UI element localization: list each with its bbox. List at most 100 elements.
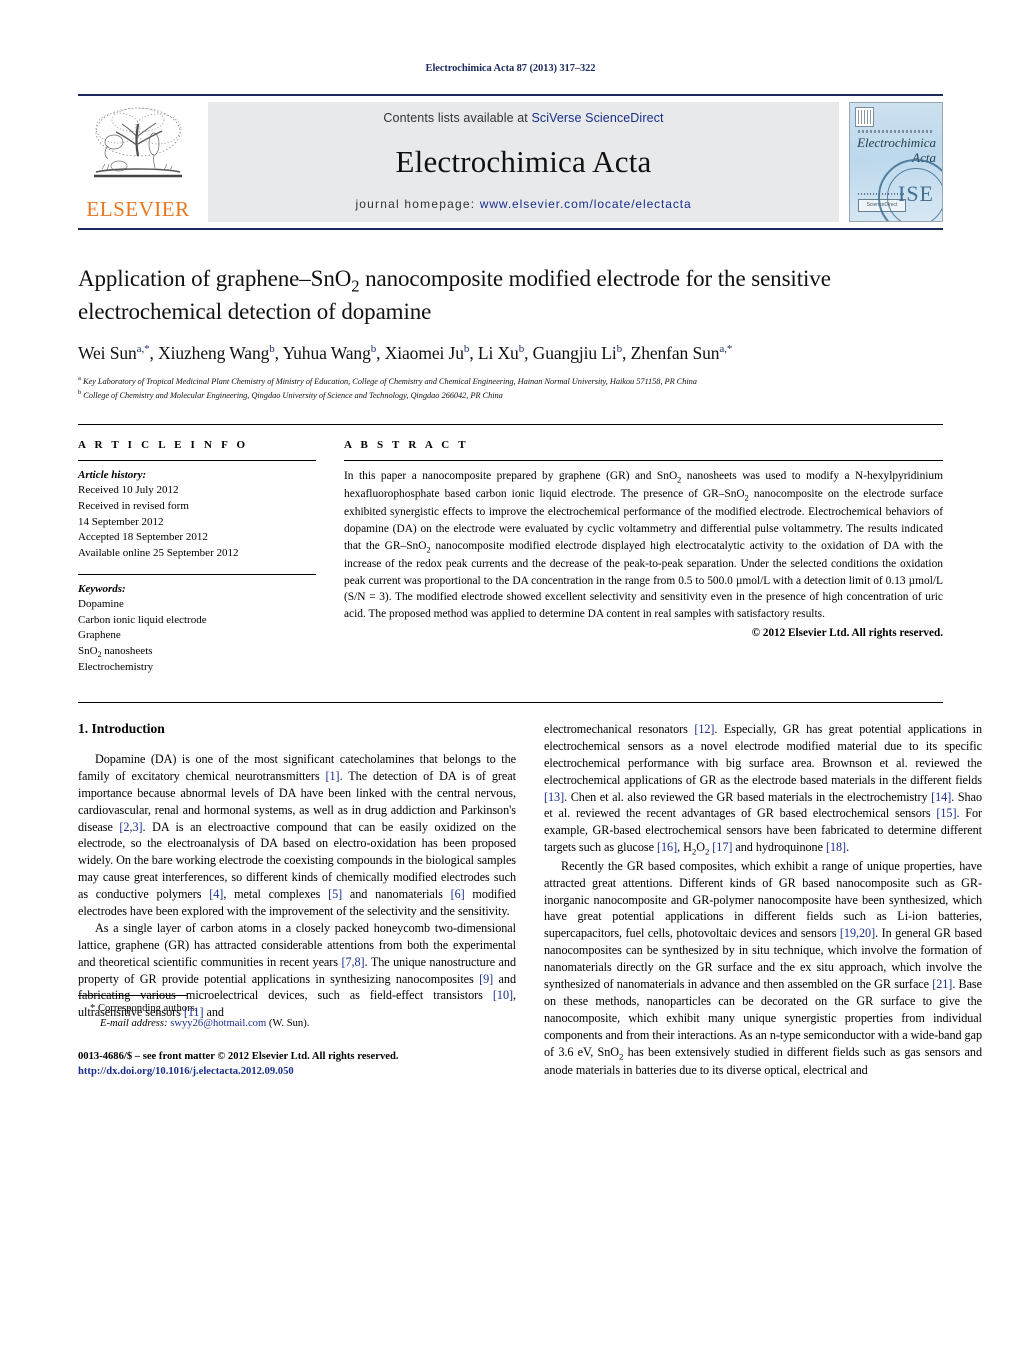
cover-elsevier-mark-icon xyxy=(855,107,874,127)
citation-ref[interactable]: [5] xyxy=(328,887,342,901)
citation-ref[interactable]: [21] xyxy=(932,977,952,991)
keyword-item: Carbon ionic liquid electrode xyxy=(78,613,207,626)
author-name: Xiaomei Ju xyxy=(384,343,464,364)
ise-seal-letters: ISE xyxy=(898,181,934,206)
author-item: Li Xub xyxy=(478,343,524,363)
author-item: Zhenfan Suna,* xyxy=(631,343,733,363)
journal-homepage-line: journal homepage: www.elsevier.com/locat… xyxy=(355,197,691,211)
affiliation-marker: b xyxy=(78,389,82,397)
issn-copyright-block: 0013-4686/$ – see front matter © 2012 El… xyxy=(78,1049,516,1079)
journal-homepage-link[interactable]: www.elsevier.com/locate/electacta xyxy=(480,197,692,211)
keyword-item: Electrochemistry xyxy=(78,661,154,674)
body-region: 1. Introduction Dopamine (DA) is one of … xyxy=(78,701,982,1079)
citation-ref[interactable]: [15] xyxy=(936,806,956,820)
homepage-prefix: journal homepage: xyxy=(355,197,480,211)
cover-title-line1: Electrochimica xyxy=(857,135,936,150)
affiliation-item: b College of Chemistry and Molecular Eng… xyxy=(78,388,943,402)
citation-ref[interactable]: [12] xyxy=(694,722,714,736)
divider xyxy=(344,459,943,461)
issn-line: 0013-4686/$ – see front matter © 2012 El… xyxy=(78,1051,399,1063)
divider xyxy=(78,459,316,461)
citation-ref[interactable]: [6] xyxy=(451,887,465,901)
article-history-block: Article history: Received 10 July 2012 R… xyxy=(78,468,316,562)
info-abstract-region: A R T I C L E I N F O Article history: R… xyxy=(78,423,943,676)
keywords-label: Keywords: xyxy=(78,582,126,595)
corresponding-author-note: * Corresponding authors. E-mail address:… xyxy=(78,1001,516,1031)
citation-ref[interactable]: [4] xyxy=(209,887,223,901)
keyword-item: SnO2 nanosheets xyxy=(78,644,153,660)
history-item: Received in revised form xyxy=(78,500,189,513)
text-seg: electromechanical resonators xyxy=(544,721,695,736)
author-affiliation-marker: b xyxy=(518,343,525,356)
author-name: Xiuzheng Wang xyxy=(158,343,270,364)
elsevier-tree-icon xyxy=(94,107,182,178)
journal-title: Electrochimica Acta xyxy=(395,143,652,179)
running-head: Electrochimica Acta 87 (2013) 317–322 xyxy=(425,63,596,74)
article-info-column: A R T I C L E I N F O Article history: R… xyxy=(78,439,316,676)
elsevier-wordmark: ELSEVIER xyxy=(86,197,190,221)
citation-ref[interactable]: [7,8] xyxy=(341,955,364,969)
author-name: Li Xu xyxy=(477,343,519,364)
author-item: Xiaomei Jub xyxy=(385,343,470,363)
journal-cover-thumbnail: Electrochimica Acta ScienceDirect ISE xyxy=(849,102,943,222)
copyright-line: © 2012 Elsevier Ltd. All rights reserved… xyxy=(751,627,943,640)
text-seg: , H xyxy=(677,840,692,855)
citation-ref[interactable]: [19,20] xyxy=(840,926,875,940)
article-page: Electrochimica Acta 87 (2013) 317–322 EL… xyxy=(0,0,1021,1351)
affiliation-text: Key Laboratory of Tropical Medicinal Pla… xyxy=(82,377,697,387)
author-affiliation-marker: a,* xyxy=(719,343,733,356)
body-right-column: electromechanical resonators [12]. Espec… xyxy=(544,721,982,1079)
body-left-column: 1. Introduction Dopamine (DA) is one of … xyxy=(78,721,516,1079)
cover-banner-rule xyxy=(858,130,934,133)
abstract-column: A B S T R A C T In this paper a nanocomp… xyxy=(344,439,943,676)
author-item: Guangjiu Lib xyxy=(533,343,622,363)
abstract-seg: In this paper a nanocomposite prepared b… xyxy=(344,469,678,482)
history-item: Accepted 18 September 2012 xyxy=(78,531,208,544)
email-link[interactable]: swyy26@hotmail.com xyxy=(170,1018,266,1029)
author-item: Yuhua Wangb xyxy=(283,343,377,363)
title-block: Application of graphene–SnO2 nanocomposi… xyxy=(78,264,943,402)
email-label: E-mail address: xyxy=(100,1017,168,1029)
author-affiliation-marker: b xyxy=(616,343,623,356)
citation-ref[interactable]: [18] xyxy=(826,840,846,854)
footnote-rule xyxy=(78,994,188,996)
paragraph: electromechanical resonators [12]. Espec… xyxy=(544,721,982,858)
author-name: Yuhua Wang xyxy=(282,343,371,364)
author-name: Zhenfan Sun xyxy=(630,343,720,364)
author-affiliation-marker: a,* xyxy=(136,343,150,356)
corresponding-line: * Corresponding authors. xyxy=(90,1002,198,1014)
affiliation-marker: a xyxy=(78,375,81,383)
journal-band: Contents lists available at SciVerse Sci… xyxy=(208,102,839,222)
ise-seal-icon: ISE xyxy=(878,159,942,221)
text-seg: and nanomaterials xyxy=(342,887,451,902)
author-name: Guangjiu Li xyxy=(532,343,617,364)
author-item: Wei Suna,* xyxy=(78,343,150,363)
footnote-block: * Corresponding authors. E-mail address:… xyxy=(78,994,516,1079)
section-heading-introduction: 1. Introduction xyxy=(78,720,165,736)
text-seg: and hydroquinone xyxy=(732,840,826,855)
author-affiliation-marker: b xyxy=(463,343,470,356)
history-item: Available online 25 September 2012 xyxy=(78,546,239,559)
contents-prefix: Contents lists available at xyxy=(383,111,532,125)
email-line: E-mail address: swyy26@hotmail.com (W. S… xyxy=(90,1016,516,1031)
citation-ref[interactable]: [1] xyxy=(326,769,340,783)
text-seg: O xyxy=(696,840,705,855)
keywords-block: Keywords: Dopamine Carbon ionic liquid e… xyxy=(78,573,316,676)
text-seg: . xyxy=(846,840,850,855)
email-suffix: (W. Sun). xyxy=(266,1017,310,1029)
affiliation-text: College of Chemistry and Molecular Engin… xyxy=(83,390,503,400)
citation-ref[interactable]: [13] xyxy=(544,790,564,804)
citation-ref[interactable]: [9] xyxy=(479,972,493,986)
title-part-2: nanocomposite modified electrode for the xyxy=(359,266,746,291)
doi-link[interactable]: http://dx.doi.org/10.1016/j.electacta.20… xyxy=(78,1066,294,1077)
citation-ref[interactable]: [2,3] xyxy=(119,820,142,834)
citation-ref[interactable]: [16] xyxy=(657,840,677,854)
author-name: Wei Sun xyxy=(78,343,137,364)
citation-ref[interactable]: [14] xyxy=(931,790,951,804)
keyword-item: Graphene xyxy=(78,629,121,642)
sciencedirect-link[interactable]: SciVerse ScienceDirect xyxy=(531,111,663,125)
citation-ref[interactable]: [17] xyxy=(712,840,732,854)
abstract-text: In this paper a nanocomposite prepared b… xyxy=(344,468,943,623)
contents-list-line: Contents lists available at SciVerse Sci… xyxy=(383,111,663,125)
divider xyxy=(78,573,316,575)
